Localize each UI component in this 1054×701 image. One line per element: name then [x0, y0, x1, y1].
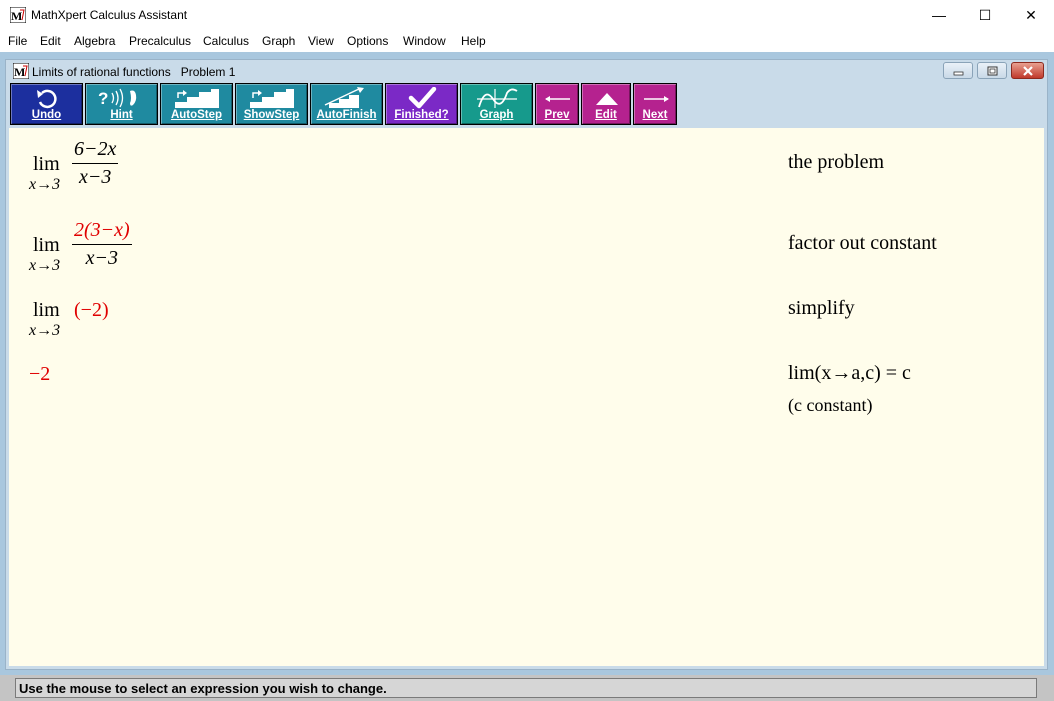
autostep-button[interactable]: AutoStep [160, 83, 233, 125]
svg-text:M: M [11, 9, 22, 23]
step-2-denominator[interactable]: x−3 [72, 247, 132, 270]
problem-label: Problem 1 [180, 65, 236, 79]
work-area: lim x→3 6−2x x−3 the problem lim x→3 2(3… [9, 128, 1044, 666]
problem-window-title-bar: M Limits of rational functions Problem 1 [6, 60, 1047, 82]
step-1-limit-variable[interactable]: x→3 [29, 176, 60, 194]
title-bar: M MathXpert Calculus Assistant — ☐ ✕ [0, 0, 1054, 30]
fraction-bar [72, 163, 119, 164]
step-1-justification: the problem [788, 151, 885, 173]
hint-label: Hint [110, 109, 133, 121]
minimize-icon: — [932, 7, 946, 23]
menu-algebra[interactable]: Algebra [74, 34, 115, 48]
restore-icon [987, 66, 998, 76]
status-panel: Use the mouse to select an expression yo… [15, 678, 1037, 698]
autostep-label: AutoStep [170, 109, 223, 121]
undo-label: Undo [31, 109, 62, 121]
problem-window: M Limits of rational functions Problem 1 [5, 59, 1048, 670]
menu-options[interactable]: Options [347, 34, 388, 48]
finished-button[interactable]: Finished? [385, 83, 458, 125]
graph-label: Graph [479, 109, 514, 121]
step-2-lim[interactable]: lim [33, 234, 60, 257]
close-button[interactable]: ✕ [1008, 0, 1054, 30]
problem-window-title: Limits of rational functions Problem 1 [32, 65, 235, 79]
showstep-icon [250, 89, 294, 108]
triangle-up-icon [596, 93, 618, 105]
step-3-lim[interactable]: lim [33, 299, 60, 322]
maximize-icon: ☐ [978, 6, 992, 23]
mathxpert-app-icon[interactable]: M [10, 7, 26, 23]
next-label: Next [642, 109, 668, 121]
autofinish-icon [324, 87, 364, 108]
showstep-button[interactable]: ShowStep [235, 83, 308, 125]
close-icon [1023, 66, 1033, 76]
child-restore-button[interactable] [977, 62, 1007, 79]
menu-precalculus[interactable]: Precalculus [129, 34, 191, 48]
minimize-icon [953, 71, 964, 76]
menu-bar: File Edit Algebra Precalculus Calculus G… [0, 30, 1054, 51]
prev-label: Prev [544, 109, 570, 121]
edit-button[interactable]: Edit [581, 83, 631, 125]
topic-label: Limits of rational functions [32, 65, 171, 79]
step-3-limit-variable[interactable]: x→3 [29, 322, 60, 340]
finished-label: Finished? [394, 109, 449, 121]
svg-text:M: M [14, 65, 25, 79]
problem-window-icon[interactable]: M [13, 63, 29, 79]
graph-button[interactable]: Graph [460, 83, 533, 125]
step-4-justification: lim(x→a,c) = c [788, 362, 911, 384]
arrow-left-icon [545, 96, 570, 102]
minimize-button[interactable]: — [916, 0, 962, 30]
step-2-fraction[interactable]: 2(3−x) x−3 [72, 219, 132, 270]
hint-icon: ? [98, 88, 137, 108]
undo-icon [37, 89, 57, 109]
autostep-icon [175, 89, 219, 108]
step-1-lim[interactable]: lim [33, 153, 60, 176]
status-bar: Use the mouse to select an expression yo… [0, 675, 1054, 701]
app-title: MathXpert Calculus Assistant [31, 8, 188, 22]
checkmark-icon [408, 87, 437, 109]
menu-view[interactable]: View [308, 34, 334, 48]
status-message: Use the mouse to select an expression yo… [19, 681, 387, 696]
step-4-result[interactable]: −2 [29, 363, 50, 386]
step-2-justification: factor out constant [788, 232, 937, 254]
autofinish-label: AutoFinish [316, 109, 377, 121]
step-4-justification-note: (c constant) [788, 395, 873, 415]
maximize-button[interactable]: ☐ [962, 0, 1008, 30]
edit-label: Edit [595, 109, 617, 121]
svg-text:?: ? [98, 89, 108, 108]
autofinish-button[interactable]: AutoFinish [310, 83, 383, 125]
child-close-button[interactable] [1011, 62, 1044, 79]
step-1-denominator[interactable]: x−3 [72, 166, 118, 189]
next-button[interactable]: Next [633, 83, 677, 125]
mdi-area: M Limits of rational functions Problem 1 [0, 52, 1054, 675]
step-2-limit-variable[interactable]: x→3 [29, 257, 60, 275]
fraction-bar [72, 244, 132, 245]
step-3-justification: simplify [788, 297, 855, 319]
menu-edit[interactable]: Edit [40, 34, 61, 48]
graph-icon [477, 88, 518, 108]
step-2-numerator[interactable]: 2(3−x) [72, 219, 132, 242]
step-1-numerator[interactable]: 6−2x [72, 138, 118, 161]
menu-file[interactable]: File [8, 34, 27, 48]
menu-window[interactable]: Window [403, 34, 446, 48]
step-1-fraction[interactable]: 6−2x x−3 [72, 138, 119, 189]
showstep-label: ShowStep [243, 109, 300, 121]
close-icon: ✕ [1025, 6, 1037, 23]
prev-button[interactable]: Prev [535, 83, 579, 125]
menu-graph[interactable]: Graph [262, 34, 295, 48]
undo-button[interactable]: Undo [10, 83, 83, 125]
menu-calculus[interactable]: Calculus [203, 34, 249, 48]
child-minimize-button[interactable] [943, 62, 973, 79]
step-3-expression[interactable]: (−2) [74, 299, 109, 322]
hint-button[interactable]: ? Hint [85, 83, 158, 125]
arrow-right-icon [644, 96, 669, 102]
menu-help[interactable]: Help [461, 34, 486, 48]
